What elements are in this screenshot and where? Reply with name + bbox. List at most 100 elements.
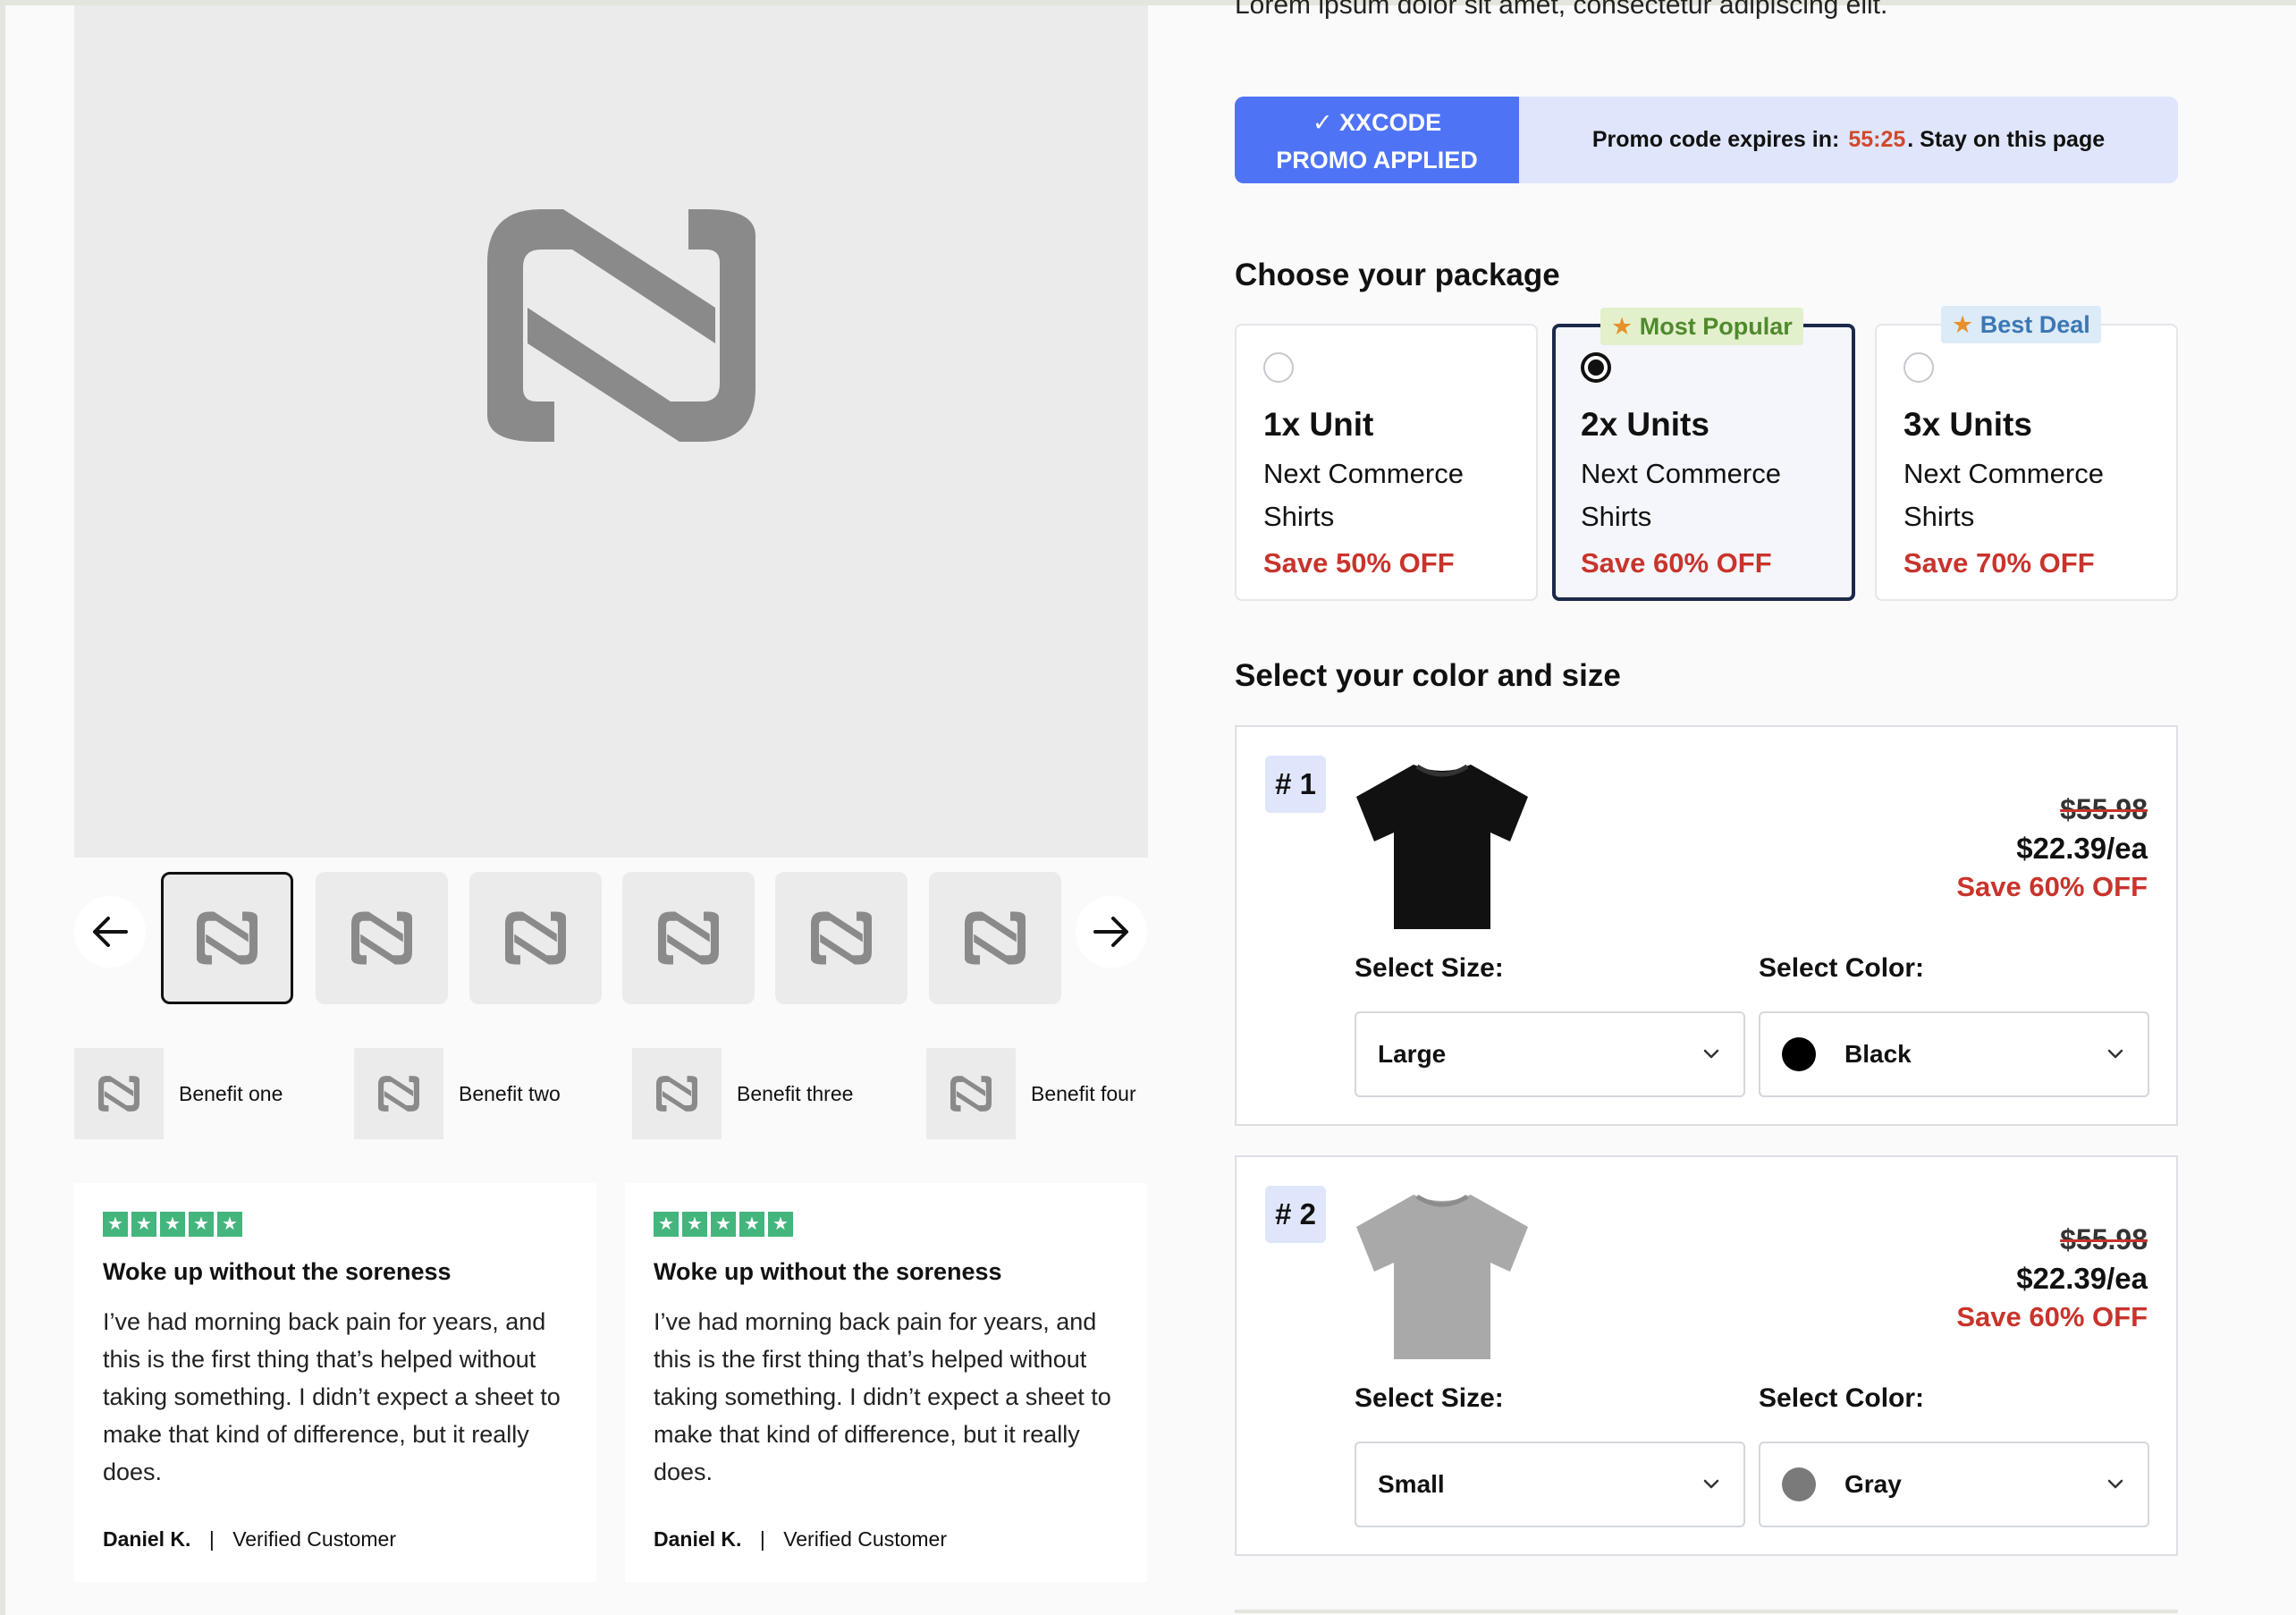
benefits-row: Benefit one Benefit two Benefit three Be… xyxy=(74,1048,1148,1139)
tag-label: Best Deal xyxy=(1979,311,2090,338)
brand-logo-icon xyxy=(487,209,755,442)
thumbnail-carousel xyxy=(74,872,1148,1006)
benefit-item: Benefit three xyxy=(632,1048,853,1139)
sale-price: $22.39/ea xyxy=(2016,832,2148,865)
benefit-item: Benefit one xyxy=(74,1048,283,1139)
chevron-down-icon xyxy=(1703,1049,1719,1059)
thumbnail-5[interactable] xyxy=(775,872,907,1004)
star-icon: ★ xyxy=(103,1212,128,1237)
benefit-icon xyxy=(926,1048,1016,1139)
promo-expiry-label: Promo code expires in: xyxy=(1591,127,1840,152)
color-select[interactable]: Gray xyxy=(1759,1442,2149,1527)
carousel-next-button[interactable] xyxy=(1076,896,1147,968)
star-icon: ★ xyxy=(654,1212,679,1237)
item-number: # 1 xyxy=(1265,756,1326,813)
thumbnail-1[interactable] xyxy=(161,872,293,1004)
page: Benefit one Benefit two Benefit three Be… xyxy=(0,0,2296,1615)
color-label: Select Color: xyxy=(1759,1383,1925,1413)
size-select[interactable]: Large xyxy=(1355,1011,1745,1097)
tshirt-image xyxy=(1356,1194,1528,1359)
package-radio[interactable] xyxy=(1903,352,1934,383)
color-swatch xyxy=(1782,1467,1816,1501)
most-popular-tag: ★ Most Popular xyxy=(1600,308,1803,345)
brand-logo-icon xyxy=(811,911,872,965)
best-deal-tag: ★ Best Deal xyxy=(1941,306,2101,343)
review-separator: | xyxy=(759,1527,765,1551)
variant-item-2: # 2 $55.98 $22.39/ea Save 60% OFF Select… xyxy=(1235,1155,2178,1556)
package-option-3[interactable]: ★ Best Deal 3x Units Next Commerce Shirt… xyxy=(1875,306,2178,601)
package-name: 3x Units xyxy=(1903,406,2032,443)
verified-badge: Verified Customer xyxy=(783,1527,947,1551)
thumbnail-2[interactable] xyxy=(316,872,448,1004)
price-block: $55.98 $22.39/ea Save 60% OFF xyxy=(1956,790,2148,906)
brand-logo-icon xyxy=(656,1076,697,1112)
benefit-icon xyxy=(354,1048,443,1139)
benefit-label: Benefit four xyxy=(1031,1081,1136,1105)
size-select[interactable]: Small xyxy=(1355,1442,1745,1527)
star-icon: ★ xyxy=(682,1212,707,1237)
arrow-right-icon xyxy=(1093,917,1128,947)
star-icon: ★ xyxy=(131,1212,156,1237)
color-value: Black xyxy=(1844,1040,1912,1068)
sale-price: $22.39/ea xyxy=(2016,1262,2148,1295)
arrow-left-icon xyxy=(93,917,128,947)
package-description: Next Commerce Shirts xyxy=(1903,458,2104,532)
promo-applied-label: PROMO APPLIED xyxy=(1276,147,1478,173)
color-swatch xyxy=(1782,1037,1816,1071)
package-savings: Save 60% OFF xyxy=(1581,547,1772,579)
savings-label: Save 60% OFF xyxy=(1956,871,2148,902)
review-author-line: Daniel K. | Verified Customer xyxy=(654,1527,947,1552)
price-block: $55.98 $22.39/ea Save 60% OFF xyxy=(1956,1220,2148,1336)
star-rating: ★ ★ ★ ★ ★ xyxy=(103,1212,568,1239)
item-number: # 2 xyxy=(1265,1186,1326,1243)
thumbnail-3[interactable] xyxy=(469,872,602,1004)
package-option-1[interactable]: 1x Unit Next Commerce Shirts Save 50% OF… xyxy=(1235,324,1538,601)
variant-item-1: # 1 $55.98 $22.39/ea Save 60% OFF Select… xyxy=(1235,725,2178,1126)
star-rating: ★ ★ ★ ★ ★ xyxy=(654,1212,1118,1239)
package-name: 2x Units xyxy=(1581,406,1709,443)
benefit-icon xyxy=(74,1048,164,1139)
carousel-prev-button[interactable] xyxy=(74,896,146,968)
review-separator: | xyxy=(208,1527,215,1551)
promo-timer: 55:25 xyxy=(1848,127,1906,152)
package-radio[interactable] xyxy=(1263,352,1294,383)
color-select[interactable]: Black xyxy=(1759,1011,2149,1097)
star-icon: ★ xyxy=(1952,311,1974,338)
star-icon: ★ xyxy=(711,1212,736,1237)
benefit-label: Benefit one xyxy=(179,1081,283,1105)
package-description: Next Commerce Shirts xyxy=(1581,458,1781,532)
package-radio[interactable] xyxy=(1581,352,1611,383)
tag-label: Most Popular xyxy=(1639,313,1793,340)
star-icon: ★ xyxy=(768,1212,793,1237)
brand-logo-icon xyxy=(351,911,412,965)
size-label: Select Size: xyxy=(1355,1383,1504,1413)
review-card: ★ ★ ★ ★ ★ Woke up without the soreness I… xyxy=(74,1183,596,1582)
verified-badge: Verified Customer xyxy=(232,1527,396,1551)
brand-logo-icon xyxy=(950,1076,992,1112)
brand-logo-icon xyxy=(505,911,566,965)
brand-logo-icon xyxy=(98,1076,139,1112)
savings-label: Save 60% OFF xyxy=(1956,1301,2148,1332)
original-price: $55.98 xyxy=(2060,1223,2148,1256)
review-author: Daniel K. xyxy=(103,1527,191,1551)
main-product-image xyxy=(74,5,1148,858)
package-option-2[interactable]: ★ Most Popular 2x Units Next Commerce Sh… xyxy=(1552,308,1855,601)
chevron-down-icon xyxy=(2107,1049,2123,1059)
star-icon: ★ xyxy=(217,1212,242,1237)
review-author: Daniel K. xyxy=(654,1527,742,1551)
promo-applied-badge: ✓ XXCODE PROMO APPLIED xyxy=(1235,97,1519,183)
review-body: I’ve had morning back pain for years, an… xyxy=(654,1308,1111,1485)
star-icon: ★ xyxy=(189,1212,214,1237)
promo-expiry: Promo code expires in: 55:25 . Stay on t… xyxy=(1519,97,2178,183)
review-card: ★ ★ ★ ★ ★ Woke up without the soreness I… xyxy=(625,1183,1147,1582)
star-icon: ★ xyxy=(1611,313,1633,340)
chevron-down-icon xyxy=(2107,1479,2123,1489)
package-name: 1x Unit xyxy=(1263,406,1374,443)
thumbnail-4[interactable] xyxy=(622,872,755,1004)
promo-expiry-suffix: . Stay on this page xyxy=(1907,127,2106,152)
package-description: Next Commerce Shirts xyxy=(1263,458,1464,532)
thumbnail-6[interactable] xyxy=(929,872,1061,1004)
size-value: Small xyxy=(1378,1470,1445,1498)
size-value: Large xyxy=(1378,1040,1447,1068)
tshirt-image xyxy=(1356,764,1528,929)
